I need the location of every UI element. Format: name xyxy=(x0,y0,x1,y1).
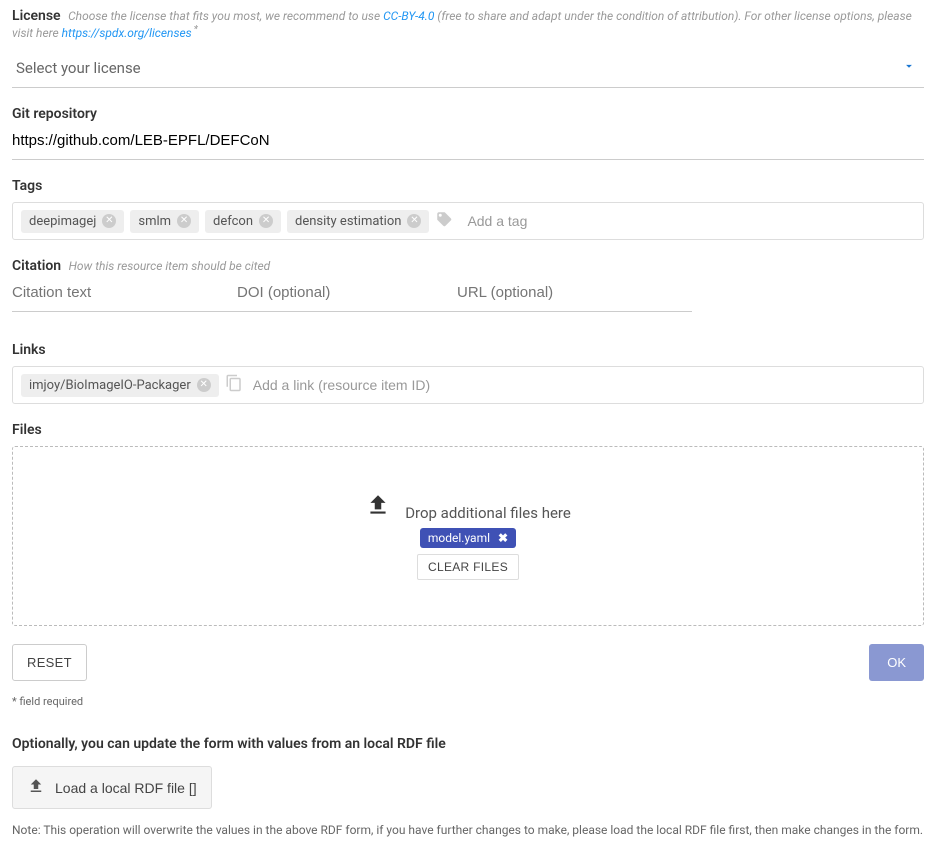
clear-files-button[interactable]: CLEAR FILES xyxy=(417,554,519,580)
citation-label: Citation xyxy=(12,258,61,274)
citation-text-input[interactable] xyxy=(12,274,237,311)
tag-chip: deepimagej ✕ xyxy=(21,210,124,233)
links-section: Links imjoy/BioImageIO-Packager ✕ xyxy=(12,342,924,404)
actions-row: RESET OK xyxy=(12,644,924,681)
git-section: Git repository xyxy=(12,106,924,160)
license-select[interactable]: Select your license xyxy=(12,49,924,88)
chevron-down-icon xyxy=(902,59,916,77)
files-label: Files xyxy=(12,422,924,438)
spdx-link[interactable]: https://spdx.org/licenses xyxy=(62,26,192,40)
drop-text: Drop additional files here xyxy=(405,504,571,522)
overwrite-note: Note: This operation will overwrite the … xyxy=(12,823,924,837)
tag-icon xyxy=(435,210,453,232)
file-remove-icon[interactable]: ✖ xyxy=(498,531,508,545)
upload-icon xyxy=(27,777,45,798)
drop-row: Drop additional files here xyxy=(365,492,571,522)
cc-by-link[interactable]: CC-BY-4.0 xyxy=(383,9,434,23)
citation-row xyxy=(12,274,692,312)
tag-input[interactable] xyxy=(463,209,915,233)
optional-heading: Optionally, you can update the form with… xyxy=(12,736,924,752)
tag-remove-icon[interactable]: ✕ xyxy=(259,214,273,228)
tag-chip: smlm ✕ xyxy=(130,210,199,233)
tag-remove-icon[interactable]: ✕ xyxy=(177,214,191,228)
tag-remove-icon[interactable]: ✕ xyxy=(407,214,421,228)
link-input[interactable] xyxy=(249,373,915,397)
license-section: License Choose the license that fits you… xyxy=(12,8,924,88)
license-select-placeholder: Select your license xyxy=(16,59,141,77)
tag-chip: density estimation ✕ xyxy=(287,210,429,233)
required-mark: * xyxy=(194,24,198,35)
ok-button[interactable]: OK xyxy=(869,644,924,681)
tag-chip: defcon ✕ xyxy=(205,210,281,233)
citation-hint: How this resource item should be cited xyxy=(69,259,271,273)
required-footnote: * field required xyxy=(12,695,924,708)
license-hint: Choose the license that fits you most, w… xyxy=(12,9,912,40)
git-label: Git repository xyxy=(12,106,97,122)
files-dropzone[interactable]: Drop additional files here model.yaml ✖ … xyxy=(12,446,924,626)
tag-remove-icon[interactable]: ✕ xyxy=(102,214,116,228)
link-chip: imjoy/BioImageIO-Packager ✕ xyxy=(21,374,219,397)
tags-section: Tags deepimagej ✕ smlm ✕ defcon ✕ densit… xyxy=(12,178,924,240)
license-label: License xyxy=(12,8,61,24)
git-input[interactable] xyxy=(12,122,924,160)
load-rdf-button[interactable]: Load a local RDF file [] xyxy=(12,766,212,809)
file-chip: model.yaml ✖ xyxy=(420,528,516,548)
citation-doi-input[interactable] xyxy=(237,274,457,311)
tags-label: Tags xyxy=(12,178,924,194)
tags-container[interactable]: deepimagej ✕ smlm ✕ defcon ✕ density est… xyxy=(12,202,924,240)
links-label: Links xyxy=(12,342,924,358)
upload-icon xyxy=(365,492,391,522)
reset-button[interactable]: RESET xyxy=(12,644,87,681)
link-remove-icon[interactable]: ✕ xyxy=(197,378,211,392)
files-section: Files Drop additional files here model.y… xyxy=(12,422,924,626)
citation-section: Citation How this resource item should b… xyxy=(12,258,924,312)
link-icon xyxy=(225,374,243,396)
citation-url-input[interactable] xyxy=(457,274,692,311)
links-container[interactable]: imjoy/BioImageIO-Packager ✕ xyxy=(12,366,924,404)
